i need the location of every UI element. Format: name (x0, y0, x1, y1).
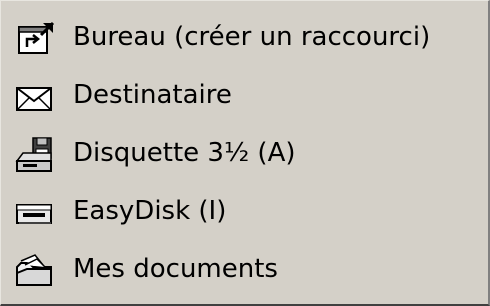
menu-item-label: Bureau (créer un raccourci) (73, 22, 431, 52)
floppy-drive-icon (13, 135, 57, 175)
menu-item-desktop-shortcut[interactable]: Bureau (créer un raccourci) (1, 9, 487, 67)
menu-item-label: Mes documents (73, 254, 278, 284)
menu-item-label: Disquette 3½ (A) (73, 138, 296, 168)
menu-item-easydisk[interactable]: EasyDisk (I) (1, 183, 487, 241)
menu-item-my-documents[interactable]: Mes documents (1, 241, 487, 299)
menu-item-label: EasyDisk (I) (73, 196, 227, 226)
send-to-menu: Bureau (créer un raccourci) Destinataire… (0, 0, 490, 306)
menu-item-floppy-drive[interactable]: Disquette 3½ (A) (1, 125, 487, 183)
my-documents-folder-icon (13, 251, 57, 291)
mail-envelope-icon (13, 77, 57, 117)
removable-disk-icon (13, 193, 57, 233)
menu-item-mail-recipient[interactable]: Destinataire (1, 67, 487, 125)
menu-item-label: Destinataire (73, 80, 232, 110)
desktop-shortcut-icon (13, 19, 57, 59)
